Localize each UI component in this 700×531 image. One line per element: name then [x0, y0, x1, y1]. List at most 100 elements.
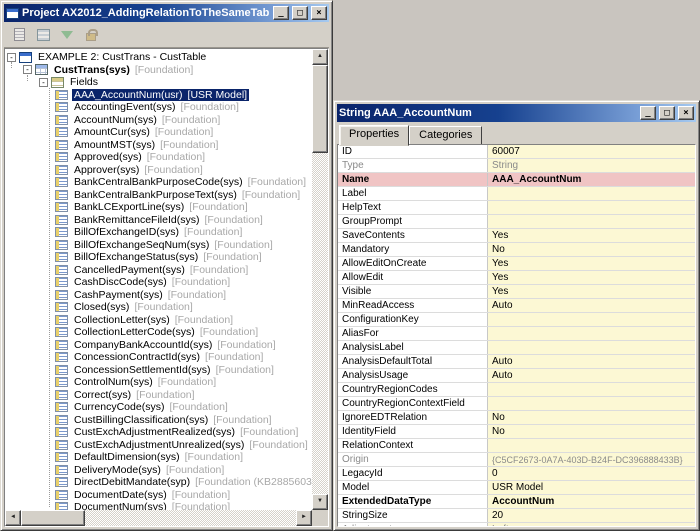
property-row[interactable]: IgnoreEDTRelation No	[338, 411, 695, 425]
property-row[interactable]: HelpText	[338, 201, 695, 215]
tree-field-row[interactable]: ConcessionSettlementId(sys)[Foundation]	[7, 364, 312, 377]
tree-field-row[interactable]: Approved(sys)[Foundation]	[7, 151, 312, 164]
property-value[interactable]: String	[488, 159, 695, 172]
property-value[interactable]: No	[488, 411, 695, 424]
property-value[interactable]	[488, 397, 695, 410]
property-row[interactable]: Model USR Model	[338, 481, 695, 495]
property-row[interactable]: Visible Yes	[338, 285, 695, 299]
tree-node-custtrans-table[interactable]: - CustTrans(sys)[Foundation]	[7, 64, 312, 77]
property-row[interactable]: CountryRegionCodes	[338, 383, 695, 397]
scroll-down-icon[interactable]: ▼	[312, 494, 328, 510]
collapse-icon[interactable]: -	[7, 53, 16, 62]
property-row[interactable]: AnalysisUsage Auto	[338, 369, 695, 383]
tree-field-row[interactable]: DirectDebitMandate(syp)[Foundation (KB28…	[7, 476, 312, 489]
property-value[interactable]: USR Model	[488, 481, 695, 494]
tree-field-row[interactable]: CashDiscCode(sys)[Foundation]	[7, 276, 312, 289]
property-row[interactable]: AnalysisLabel	[338, 341, 695, 355]
tree-field-row[interactable]: BankLCExportLine(sys)[Foundation]	[7, 201, 312, 214]
property-value[interactable]	[488, 201, 695, 214]
tree-field-row[interactable]: CancelledPayment(sys)[Foundation]	[7, 264, 312, 277]
property-value[interactable]	[488, 187, 695, 200]
property-row[interactable]: RelationContext	[338, 439, 695, 453]
property-row[interactable]: SaveContents Yes	[338, 229, 695, 243]
property-row[interactable]: Type String	[338, 159, 695, 173]
tab-categories[interactable]: Categories	[409, 126, 482, 145]
tree-field-row[interactable]: CollectionLetter(sys)[Foundation]	[7, 314, 312, 327]
maximize-icon[interactable]: □	[292, 6, 308, 20]
tree-field-row[interactable]: DeliveryMode(sys)[Foundation]	[7, 464, 312, 477]
tree-node-fields[interactable]: - Fields	[7, 76, 312, 89]
property-row[interactable]: Adjustment Left	[338, 523, 695, 527]
property-row[interactable]: Name AAA_AccountNum	[338, 173, 695, 187]
property-value[interactable]: Auto	[488, 355, 695, 368]
tree-field-row[interactable]: Closed(sys)[Foundation]	[7, 301, 312, 314]
property-value[interactable]: Yes	[488, 229, 695, 242]
tree-field-row[interactable]: AccountNum(sys)[Foundation]	[7, 114, 312, 127]
tree-field-row[interactable]: AmountMST(sys)[Foundation]	[7, 139, 312, 152]
property-value[interactable]: No	[488, 425, 695, 438]
tree-field-row[interactable]: DefaultDimension(sys)[Foundation]	[7, 451, 312, 464]
property-row[interactable]: MinReadAccess Auto	[338, 299, 695, 313]
tree-field-row[interactable]: BillOfExchangeStatus(sys)[Foundation]	[7, 251, 312, 264]
close-icon[interactable]: ×	[311, 6, 327, 20]
close-icon[interactable]: ×	[678, 106, 694, 120]
tree-field-row[interactable]: BillOfExchangeID(sys)[Foundation]	[7, 226, 312, 239]
tree-field-row[interactable]: CompanyBankAccountId(sys)[Foundation]	[7, 339, 312, 352]
tab-properties[interactable]: Properties	[339, 125, 409, 146]
property-row[interactable]: Origin {C5CF2673-0A7A-403D-B24F-DC396888…	[338, 453, 695, 467]
tree-field-row[interactable]: AccountingEvent(sys)[Foundation]	[7, 101, 312, 114]
tree-field-row[interactable]: BankCentralBankPurposeText(sys)[Foundati…	[7, 189, 312, 202]
property-value[interactable]	[488, 341, 695, 354]
tree-field-row[interactable]: Approver(sys)[Foundation]	[7, 164, 312, 177]
property-row[interactable]: IdentityField No	[338, 425, 695, 439]
tree-field-row[interactable]: CurrencyCode(sys)[Foundation]	[7, 401, 312, 414]
property-row[interactable]: ExtendedDataType AccountNum	[338, 495, 695, 509]
property-value[interactable]: Left	[488, 523, 695, 527]
tree-field-row[interactable]: CollectionLetterCode(sys)[Foundation]	[7, 326, 312, 339]
property-row[interactable]: AnalysisDefaultTotal Auto	[338, 355, 695, 369]
tree-field-row[interactable]: AAA_AccountNum(usr)[USR Model]	[7, 89, 312, 102]
tree-field-row[interactable]: BankRemittanceFileId(sys)[Foundation]	[7, 214, 312, 227]
tree-field-row[interactable]: AmountCur(sys)[Foundation]	[7, 126, 312, 139]
tree-field-row[interactable]: CustBillingClassification(sys)[Foundatio…	[7, 414, 312, 427]
property-row[interactable]: Label	[338, 187, 695, 201]
property-row[interactable]: AliasFor	[338, 327, 695, 341]
maximize-icon[interactable]: □	[659, 106, 675, 120]
property-row[interactable]: LegacyId 0	[338, 467, 695, 481]
vertical-scroll-track[interactable]	[312, 65, 328, 494]
property-value[interactable]	[488, 439, 695, 452]
property-value[interactable]	[488, 313, 695, 326]
tree-field-row[interactable]: DocumentNum(sys)[Foundation]	[7, 501, 312, 510]
property-value[interactable]: AAA_AccountNum	[488, 173, 695, 186]
tree-field-row[interactable]: Correct(sys)[Foundation]	[7, 389, 312, 402]
tree-field-row[interactable]: BillOfExchangeSeqNum(sys)[Foundation]	[7, 239, 312, 252]
property-value[interactable]	[488, 383, 695, 396]
collapse-icon[interactable]: -	[23, 65, 32, 74]
project-window-titlebar[interactable]: Project AX2012_AddingRelationToTheSameTa…	[4, 4, 329, 22]
scroll-left-icon[interactable]: ◄	[5, 510, 21, 526]
property-value[interactable]: No	[488, 243, 695, 256]
property-row[interactable]: ConfigurationKey	[338, 313, 695, 327]
horizontal-scroll-track[interactable]	[21, 510, 296, 526]
horizontal-scroll-thumb[interactable]	[21, 510, 85, 526]
property-value[interactable]: Yes	[488, 271, 695, 284]
tree-field-row[interactable]: ConcessionContractId(sys)[Foundation]	[7, 351, 312, 364]
property-row[interactable]: GroupPrompt	[338, 215, 695, 229]
property-value[interactable]	[488, 215, 695, 228]
property-value[interactable]: 60007	[488, 145, 695, 158]
vertical-scrollbar[interactable]: ▲ ▼	[312, 49, 328, 510]
tree-node-project-root[interactable]: - EXAMPLE 2: CustTrans - CustTable	[7, 51, 312, 64]
property-row[interactable]: StringSize 20	[338, 509, 695, 523]
property-value[interactable]: {C5CF2673-0A7A-403D-B24F-DC396888433B}	[488, 453, 695, 466]
property-value[interactable]: Yes	[488, 285, 695, 298]
property-row[interactable]: ID 60007	[338, 145, 695, 159]
new-document-button[interactable]	[8, 25, 30, 45]
property-value[interactable]: Yes	[488, 257, 695, 270]
minimize-icon[interactable]: _	[640, 106, 656, 120]
property-value[interactable]	[488, 327, 695, 340]
property-value[interactable]: AccountNum	[488, 495, 695, 508]
tree-field-row[interactable]: CustExchAdjustmentRealized(sys)[Foundati…	[7, 426, 312, 439]
property-value[interactable]: 0	[488, 467, 695, 480]
tree-field-row[interactable]: CustExchAdjustmentUnrealized(sys)[Founda…	[7, 439, 312, 452]
tree-field-row[interactable]: DocumentDate(sys)[Foundation]	[7, 489, 312, 502]
